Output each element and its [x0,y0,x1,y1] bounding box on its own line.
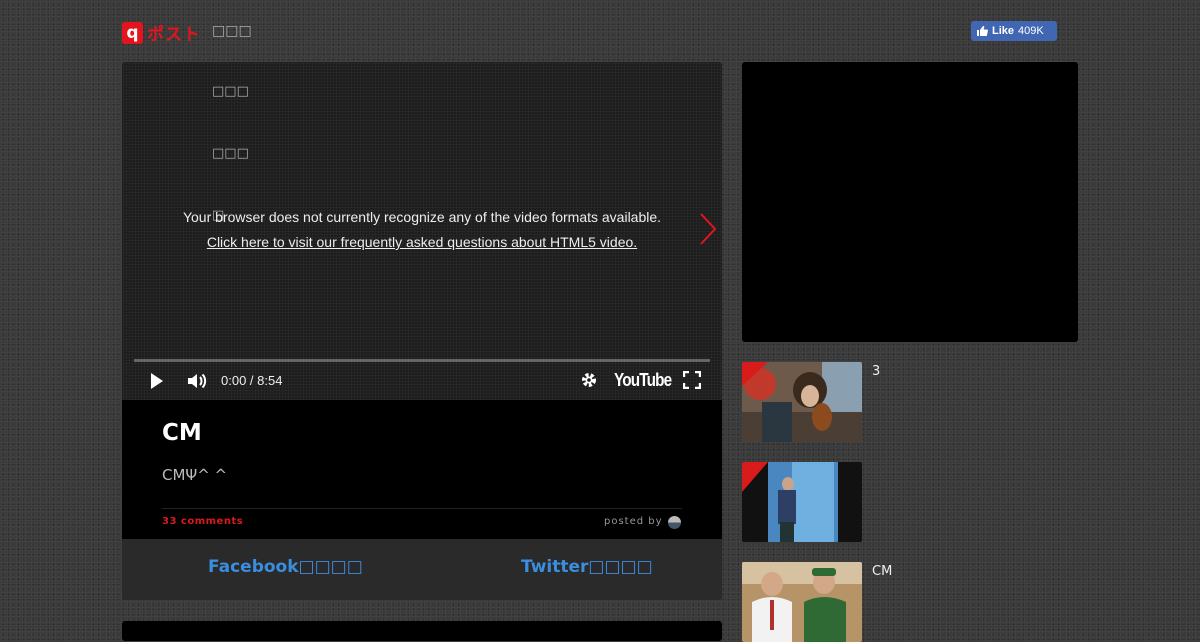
fullscreen-icon[interactable] [683,371,701,389]
ghost-text: □□□ [212,146,249,161]
facebook-share-button[interactable]: Facebook□□□□ [208,557,363,577]
site-subtitle: □□□ [212,23,252,39]
related-post-thumbnail [742,562,862,642]
logo-text: ポスト [147,25,201,45]
like-count: 409K [1018,25,1044,37]
author-avatar[interactable] [668,516,681,529]
like-label: Like [992,25,1015,37]
post-title: CM [162,420,202,446]
related-post-thumbnail [742,362,862,442]
sidebar-ad[interactable] [742,62,1078,342]
next-arrow-icon[interactable] [698,212,718,246]
comments-link[interactable]: 33 comments [162,516,243,527]
thumbs-up-icon [977,26,988,36]
next-post-card [122,621,722,641]
play-icon[interactable] [149,371,165,391]
post-card: □□□ □□□ □ Your browser does not currentl… [122,62,722,600]
site-logo[interactable]: q ポスト [122,20,201,45]
post-description: CMΨ^ ^ [162,466,228,484]
posted-by-label: posted by [604,516,663,527]
settings-gear-icon[interactable] [580,371,598,389]
related-post-item[interactable] [742,462,1078,542]
volume-icon[interactable] [186,371,208,391]
facebook-like-button[interactable]: Like 409K [971,21,1057,41]
share-bar: Facebook□□□□ Twitter□□□□ [122,539,722,600]
video-error-message: Your browser does not currently recogniz… [182,209,662,225]
youtube-logo[interactable]: YouTube [614,370,672,391]
related-post-title: 3 [872,364,881,379]
logo-mark: q [122,21,143,44]
html5-faq-link[interactable]: Click here to visit our frequently asked… [122,234,722,250]
twitter-share-button[interactable]: Twitter□□□□ [521,557,653,577]
divider [162,508,682,509]
related-post-item[interactable]: 3 [742,362,1078,442]
related-post-thumbnail [742,462,862,542]
video-time: 0:00 / 8:54 [221,373,283,388]
related-post-title: CM [872,564,893,579]
ghost-text: □□□ [212,84,249,99]
video-player[interactable]: □□□ □□□ □ Your browser does not currentl… [122,62,722,400]
video-controls: 0:00 / 8:54 YouTube [122,362,722,400]
related-post-item[interactable]: CM [742,562,1078,642]
